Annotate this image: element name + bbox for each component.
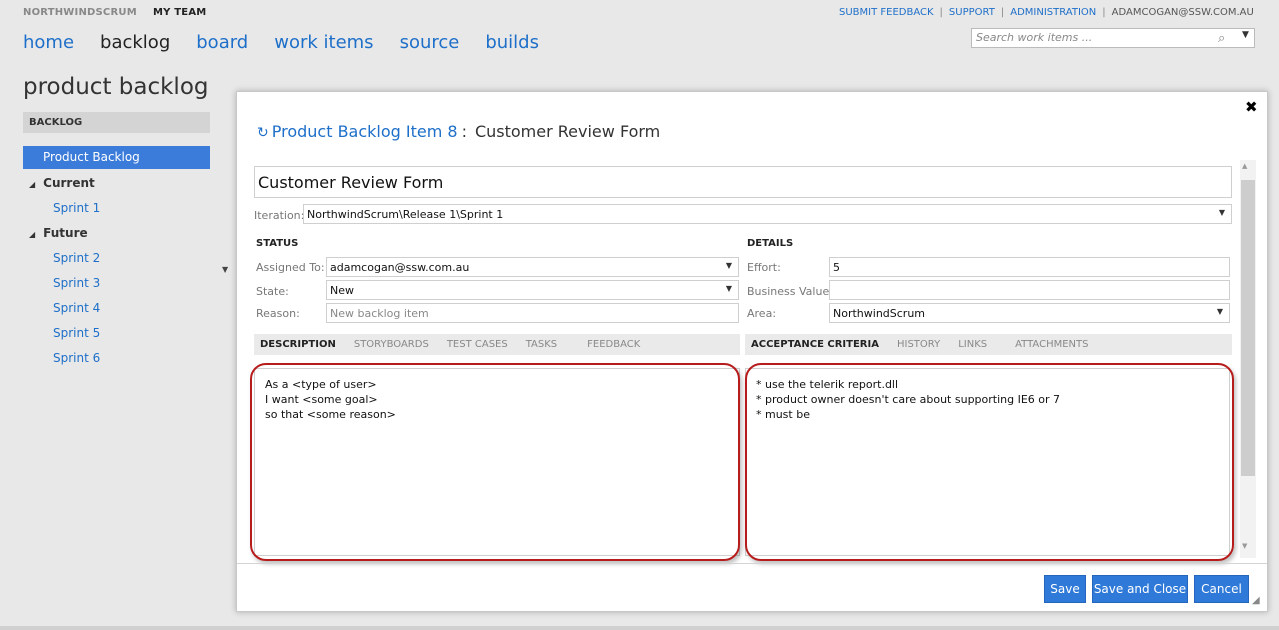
save-and-close-button[interactable]: Save and Close [1092,575,1188,603]
search-icon[interactable]: ⌕ [1218,31,1225,46]
chevron-down-icon[interactable]: ▼ [1217,307,1223,316]
state-label: State: [256,285,289,298]
scrollbar-thumb[interactable] [1241,180,1255,476]
effort-field[interactable]: 5 [829,257,1230,277]
team-name[interactable]: MY TEAM [153,7,206,18]
group-label: Future [43,226,88,240]
sidebar-item-product-backlog[interactable]: Product Backlog [23,146,210,169]
tab-links[interactable]: LINKS [958,334,987,350]
sidebar-item-sprint-3[interactable]: Sprint 3 [53,276,100,290]
chevron-down-icon[interactable]: ▼ [726,261,732,270]
chevron-down-icon[interactable]: ▼ [726,284,732,293]
sidebar-item-sprint-2[interactable]: Sprint 2 [53,251,100,265]
assigned-to-select[interactable]: adamcogan@ssw.com.au ▼ [326,257,739,277]
sidebar-group-current[interactable]: ◢ Current [29,176,95,190]
sidebar-item-sprint-4[interactable]: Sprint 4 [53,301,100,315]
state-value: New [330,284,354,297]
sidebar-item-sprint-6[interactable]: Sprint 6 [53,351,100,365]
refresh-icon[interactable]: ↻ [257,125,269,141]
details-heading: DETAILS [747,238,794,249]
nav-source[interactable]: source [400,32,460,53]
area-value: NorthwindScrum [833,307,926,320]
page-bottom-border [0,626,1279,630]
iteration-label: Iteration: [254,209,305,222]
description-highlight [250,363,740,561]
user-name[interactable]: ADAMCOGAN@SSW.COM.AU [1112,7,1254,18]
title-separator: : [461,122,467,141]
sidebar-item-sprint-5[interactable]: Sprint 5 [53,326,100,340]
iteration-select[interactable]: NorthwindScrum\Release 1\Sprint 1 ▼ [303,204,1232,224]
page-title: product backlog [23,74,209,100]
state-select[interactable]: New ▼ [326,280,739,300]
submit-feedback-link[interactable]: SUBMIT FEEDBACK [839,7,934,18]
reason-label: Reason: [256,307,300,320]
main-nav: home backlog board work items source builds [23,32,565,53]
separator: | [939,7,943,18]
work-item-name: Customer Review Form [474,122,661,141]
resize-grip-icon[interactable]: ◢ [1252,595,1260,606]
sidebar-collapse-icon[interactable]: ▼ [222,265,228,274]
close-icon[interactable]: ✖ [1245,98,1258,116]
chevron-down-icon[interactable]: ▼ [1242,30,1249,40]
tab-storyboards[interactable]: STORYBOARDS [354,334,429,350]
tab-history[interactable]: HISTORY [897,334,940,350]
tab-feedback[interactable]: FEEDBACK [587,334,640,350]
chevron-down-icon[interactable]: ▼ [1219,208,1225,217]
tab-test-cases[interactable]: TEST CASES [447,334,508,350]
iteration-value: NorthwindScrum\Release 1\Sprint 1 [307,208,504,221]
collapse-triangle-icon[interactable]: ◢ [29,230,35,239]
tab-tasks[interactable]: TASKS [526,334,557,350]
business-value-field[interactable] [829,280,1230,300]
separator: | [1102,7,1106,18]
tab-acceptance-criteria[interactable]: ACCEPTANCE CRITERIA [751,334,879,350]
collapse-triangle-icon[interactable]: ◢ [29,180,35,189]
project-name[interactable]: NORTHWINDSCRUM [23,7,137,18]
scroll-down-icon[interactable]: ▼ [1242,542,1247,550]
work-item-dialog: ✖ ↻ Product Backlog Item 8: Customer Revie… [236,91,1268,612]
acceptance-tabbar: ACCEPTANCE CRITERIA HISTORY LINKS ATTACHMEN… [745,334,1232,355]
cancel-button[interactable]: Cancel [1194,575,1249,603]
sidebar-group-future[interactable]: ◢ Future [29,226,88,240]
area-label: Area: [747,307,777,320]
group-label: Current [43,176,95,190]
top-links: SUBMIT FEEDBACK | SUPPORT | ADMINISTRATION | A… [839,7,1254,18]
scroll-up-icon[interactable]: ▲ [1242,162,1247,170]
area-select[interactable]: NorthwindScrum ▼ [829,303,1230,323]
nav-board[interactable]: board [196,32,248,53]
acceptance-highlight [745,363,1234,561]
search-placeholder: Search work items ... [976,31,1093,44]
status-heading: STATUS [256,238,299,249]
administration-link[interactable]: ADMINISTRATION [1010,7,1096,18]
separator: | [1000,7,1005,18]
assigned-to-value: adamcogan@ssw.com.au [330,261,470,274]
description-tabbar: DESCRIPTION STORYBOARDS TEST CASES TASKS FEE… [254,334,740,355]
footer-divider [237,563,1267,564]
search-input[interactable]: Search work items ... ⌕ ▼ [971,28,1255,48]
reason-field[interactable]: New backlog item [326,303,739,323]
save-button[interactable]: Save [1044,575,1086,603]
work-item-type-link[interactable]: Product Backlog Item 8 [272,122,458,141]
tab-attachments[interactable]: ATTACHMENTS [1015,334,1088,350]
sidebar-item-sprint-1[interactable]: Sprint 1 [53,201,100,215]
support-link[interactable]: SUPPORT [949,7,995,18]
assigned-to-label: Assigned To: [256,261,325,274]
nav-home[interactable]: home [23,32,74,53]
tab-description[interactable]: DESCRIPTION [260,334,336,350]
nav-work-items[interactable]: work items [274,32,373,53]
title-field[interactable]: Customer Review Form [254,166,1232,198]
effort-label: Effort: [747,261,781,274]
nav-builds[interactable]: builds [485,32,539,53]
business-value-label: Business Value: [747,285,833,298]
nav-backlog[interactable]: backlog [100,32,170,53]
sidebar-section-header: BACKLOG [23,112,210,133]
dialog-title: ↻ Product Backlog Item 8: Customer Review … [257,122,660,141]
